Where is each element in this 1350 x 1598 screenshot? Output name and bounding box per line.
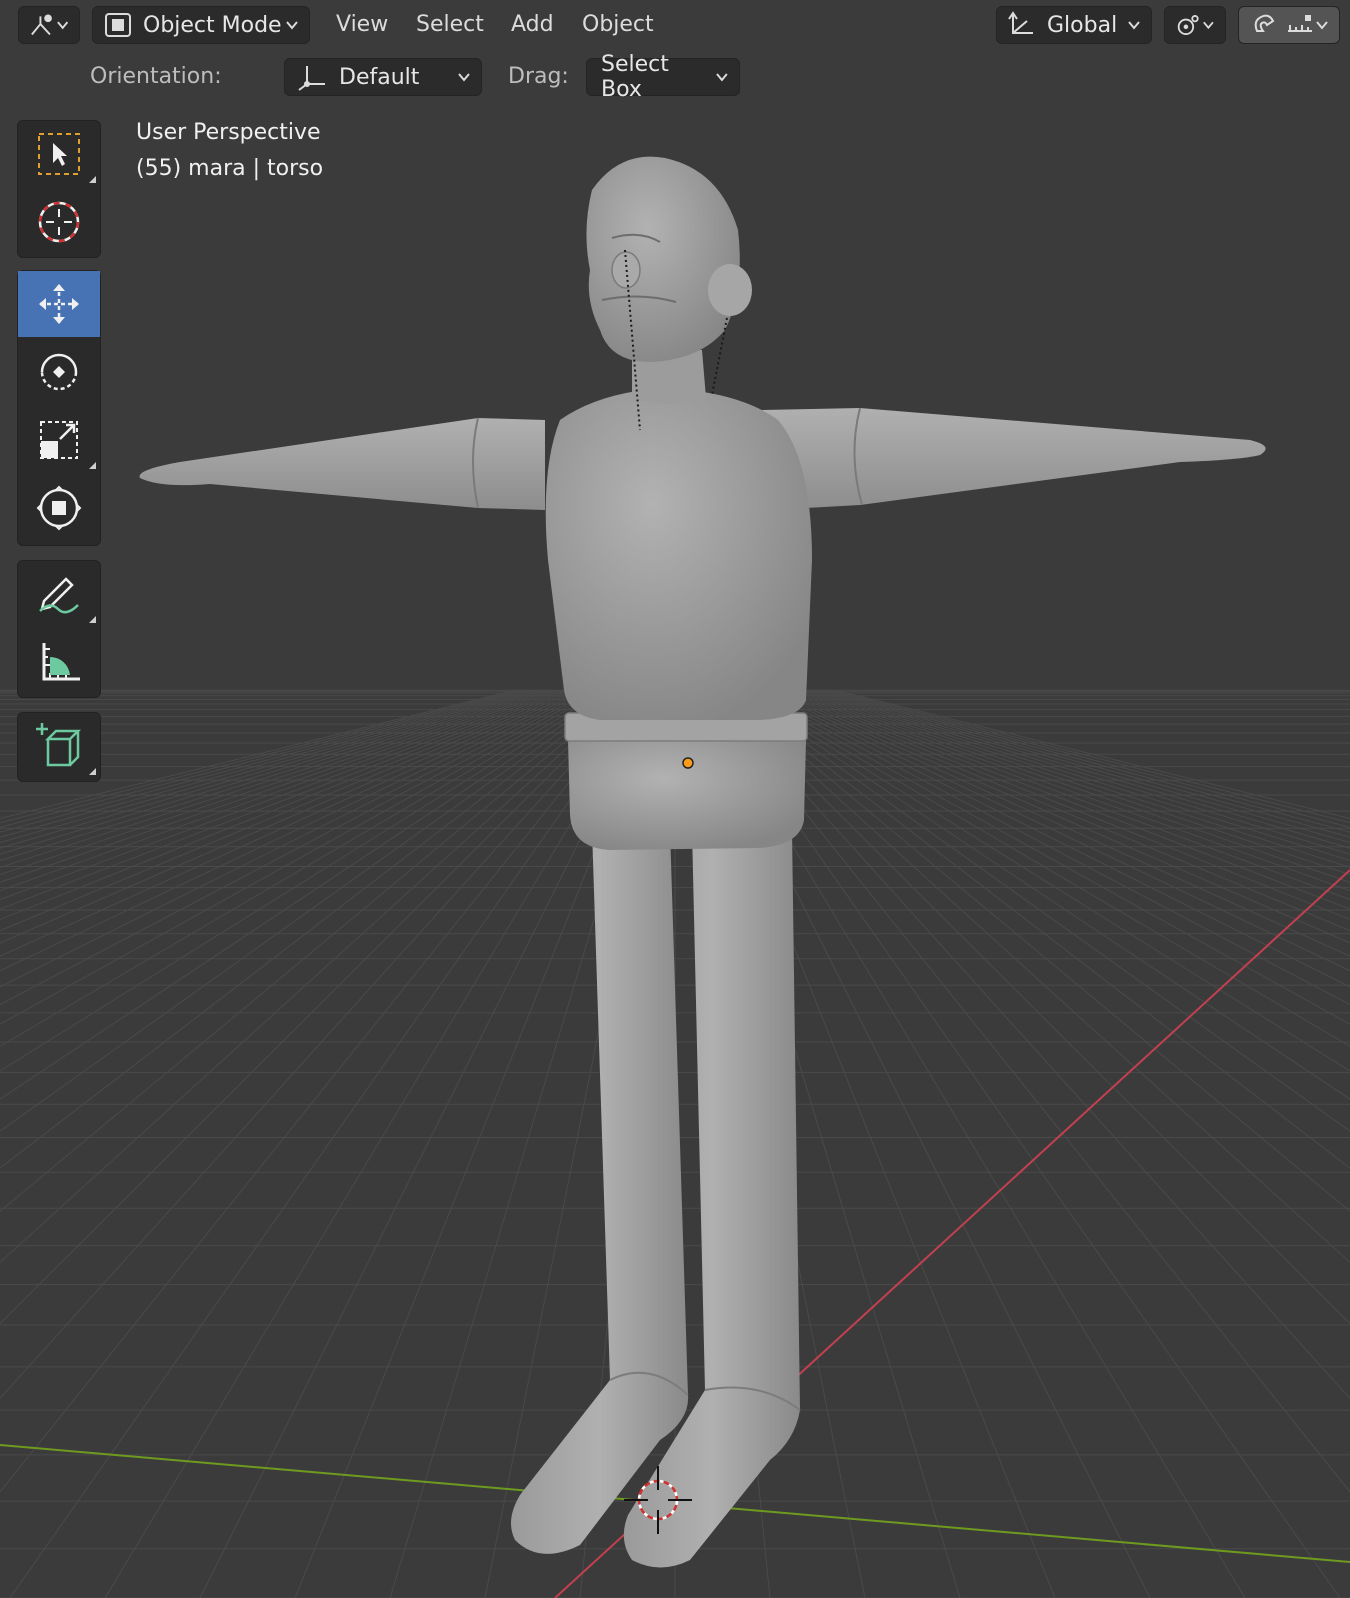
rotate-tool[interactable] — [18, 339, 100, 405]
snap-magnet-icon[interactable] — [1249, 11, 1279, 39]
annotate-icon — [39, 577, 79, 614]
move-tool[interactable] — [18, 271, 100, 337]
orientation-value: Default — [339, 64, 420, 90]
mode-label: Object Mode — [143, 12, 282, 38]
annotate-tool[interactable] — [18, 561, 100, 627]
viewport-editor-icon — [31, 14, 52, 36]
snap-toggle-group[interactable] — [1238, 6, 1340, 44]
orientation-dropdown[interactable]: Default — [284, 58, 482, 96]
cursor-icon — [38, 201, 80, 243]
chevron-down-icon — [458, 73, 470, 82]
drag-value: Select Box — [601, 52, 669, 102]
view-name-label: User Perspective — [136, 120, 321, 145]
toolbar-group-transform — [17, 270, 101, 546]
rotate-icon — [40, 353, 78, 391]
mode-dropdown[interactable]: Object Mode — [92, 6, 310, 44]
snap-increment-icon[interactable] — [1285, 11, 1315, 39]
pivot-point-dropdown[interactable] — [1164, 6, 1226, 44]
chevron-down-icon — [1203, 21, 1214, 30]
pivot-point-icon — [1177, 15, 1199, 35]
drag-label: Drag: — [508, 64, 569, 89]
measure-icon — [42, 643, 80, 681]
measure-tool[interactable] — [18, 629, 100, 695]
transform-orientation-label: Global — [1047, 12, 1118, 38]
toolbar-group-add — [17, 712, 101, 782]
select-box-tool[interactable] — [18, 121, 100, 187]
transform-orientation-dropdown[interactable]: Global — [996, 6, 1152, 44]
transform-orientation-icon — [1008, 11, 1033, 34]
toolbar-group-select — [17, 120, 101, 258]
menu-select[interactable]: Select — [416, 6, 484, 44]
chevron-down-icon — [716, 73, 728, 82]
object-mode-icon — [105, 13, 131, 37]
object-info-label: (55) mara | torso — [136, 156, 324, 181]
viewport-header: Object Mode View Select Add Object Globa… — [0, 0, 1350, 50]
editor-type-button[interactable] — [18, 6, 80, 44]
menu-object[interactable]: Object — [582, 6, 654, 44]
move-icon — [39, 284, 79, 324]
transform-icon — [36, 485, 82, 531]
3d-viewport[interactable] — [0, 0, 1350, 1598]
chevron-down-icon — [286, 21, 298, 30]
cursor-tool[interactable] — [18, 189, 100, 255]
add-cube-tool[interactable] — [18, 713, 100, 779]
menu-add[interactable]: Add — [511, 6, 554, 44]
scale-icon — [40, 421, 78, 459]
chevron-down-icon — [1316, 21, 1328, 30]
tool-settings-bar: Orientation: Default Drag: Select Box — [0, 52, 1350, 102]
transform-tool[interactable] — [18, 475, 100, 541]
menu-view[interactable]: View — [336, 6, 388, 44]
orientation-label: Orientation: — [90, 64, 222, 89]
add-cube-icon — [36, 723, 82, 767]
object-origin-dot — [682, 757, 694, 769]
select-box-icon — [38, 133, 80, 175]
orientation-icon — [298, 66, 325, 91]
toolbar-group-annotate — [17, 560, 101, 698]
chevron-down-icon — [56, 21, 68, 30]
scale-tool[interactable] — [18, 407, 100, 473]
chevron-down-icon — [1128, 21, 1140, 30]
drag-dropdown[interactable]: Select Box — [586, 52, 740, 102]
